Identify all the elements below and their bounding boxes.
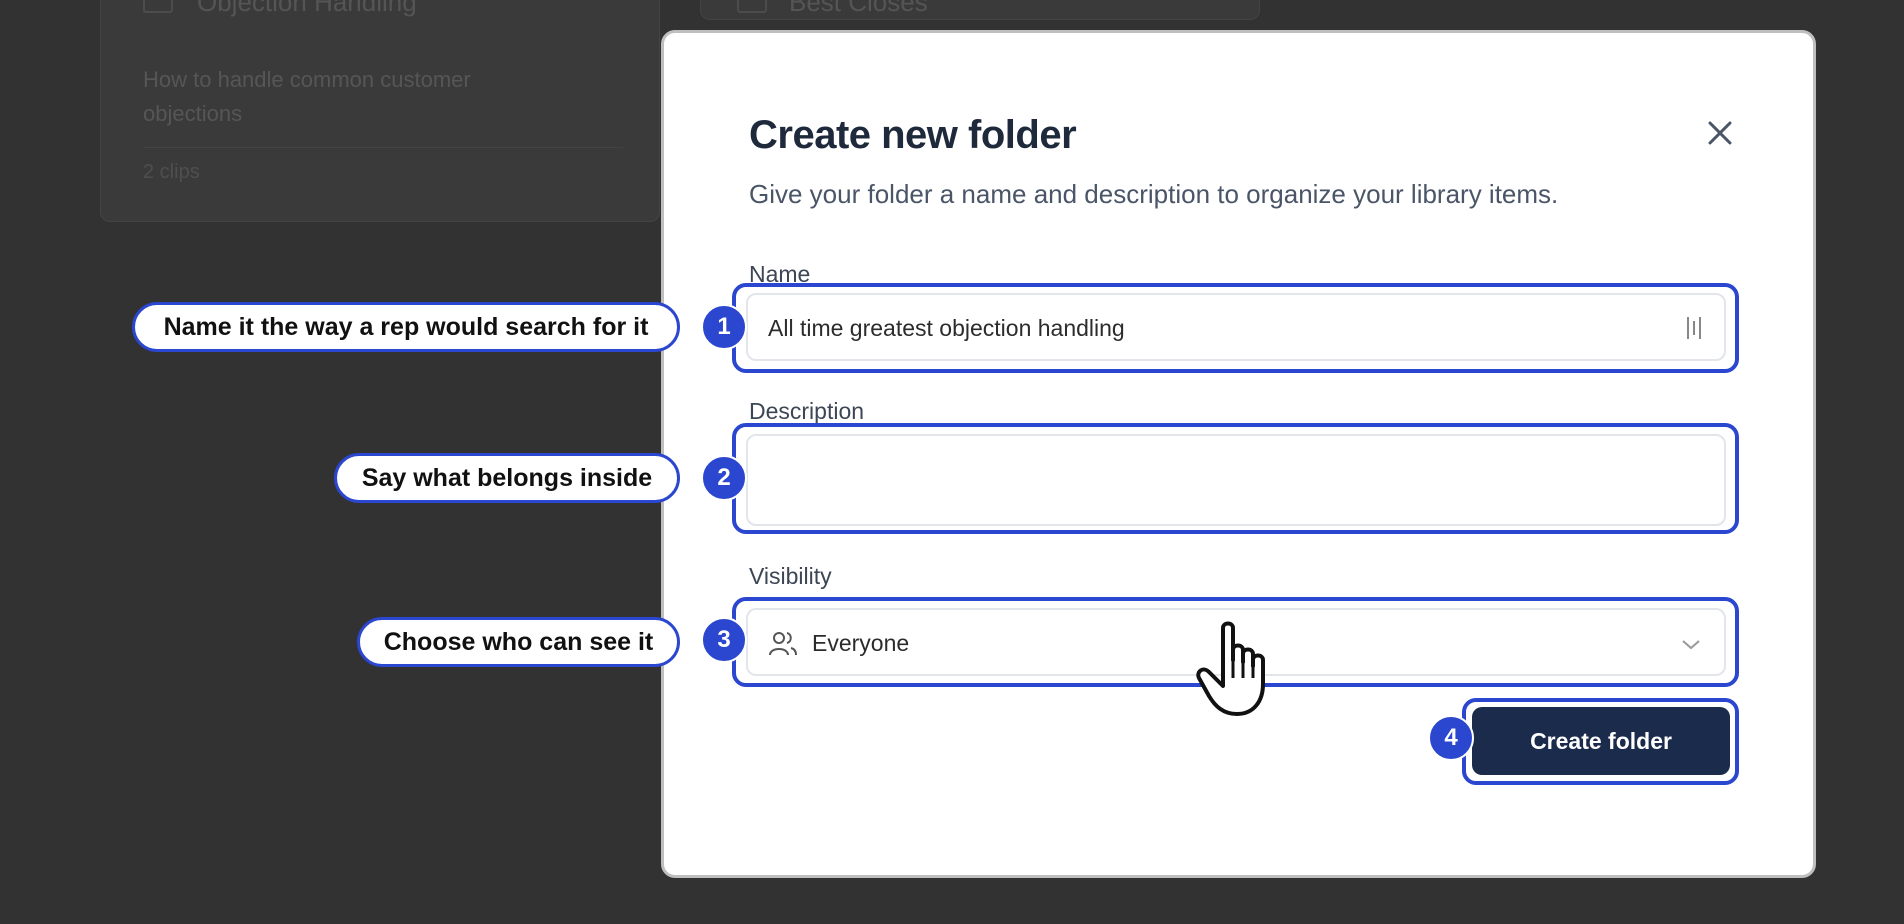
step-badge-2: 2 bbox=[701, 455, 747, 501]
callout-description-tip: Say what belongs inside bbox=[334, 453, 680, 503]
chevron-down-icon bbox=[1682, 640, 1700, 650]
create-folder-button[interactable]: Create folder bbox=[1472, 707, 1730, 775]
dialog-subtitle: Give your folder a name and description … bbox=[749, 179, 1559, 209]
step-badge-1: 1 bbox=[701, 304, 747, 350]
close-icon bbox=[1708, 121, 1732, 145]
callout-visibility-tip: Choose who can see it bbox=[357, 617, 680, 667]
library-card-best-closes: Best Closes bbox=[700, 0, 1260, 20]
callout-name-tip: Name it the way a rep would search for i… bbox=[132, 302, 680, 352]
card-divider bbox=[143, 147, 623, 148]
folder-icon bbox=[737, 0, 767, 13]
card-description: How to handle common customer objections bbox=[143, 67, 471, 126]
close-button[interactable] bbox=[1700, 113, 1740, 153]
description-textarea[interactable] bbox=[746, 434, 1726, 526]
library-card-objection-handling: Objection Handling How to handle common … bbox=[100, 0, 660, 222]
card-title: Best Closes bbox=[789, 0, 928, 17]
pointer-hand-icon bbox=[1196, 621, 1265, 716]
card-clip-count: 2 clips bbox=[143, 161, 200, 183]
card-title: Objection Handling bbox=[197, 0, 417, 17]
text-cursor-icon bbox=[1687, 317, 1701, 339]
name-input[interactable]: All time greatest objection handling bbox=[746, 293, 1726, 361]
users-icon bbox=[769, 632, 797, 656]
description-label: Description bbox=[749, 398, 865, 424]
folder-icon bbox=[143, 0, 173, 13]
step-badge-3: 3 bbox=[701, 617, 747, 663]
visibility-label: Visibility bbox=[749, 563, 832, 589]
dialog-title: Create new folder bbox=[749, 113, 1077, 157]
visibility-selected-value: Everyone bbox=[812, 630, 910, 656]
step-badge-4: 4 bbox=[1428, 715, 1474, 761]
name-input-value: All time greatest objection handling bbox=[768, 315, 1125, 341]
